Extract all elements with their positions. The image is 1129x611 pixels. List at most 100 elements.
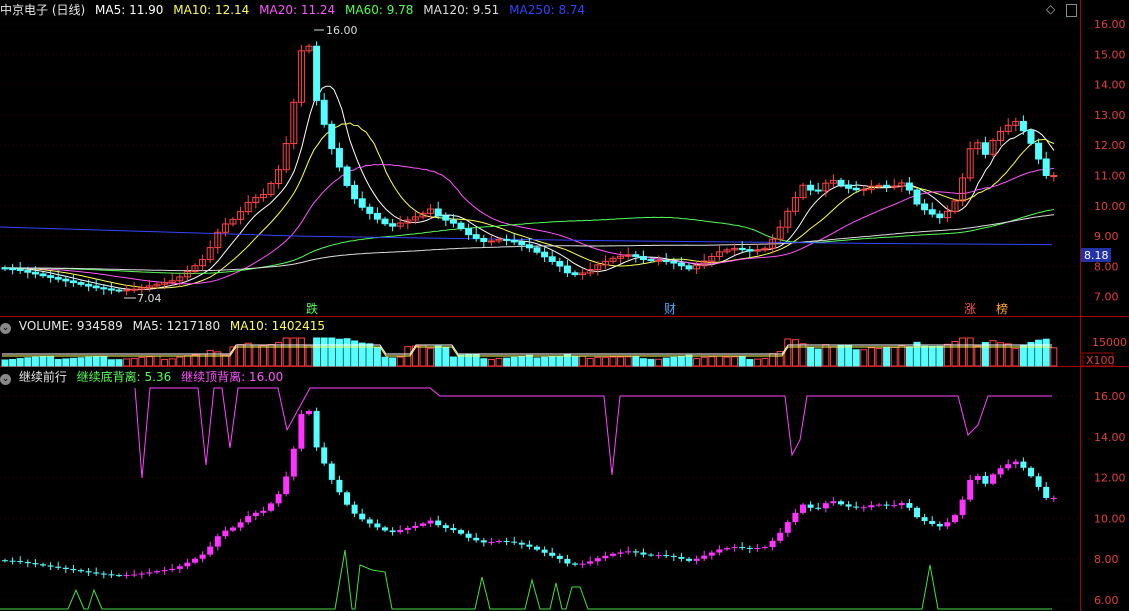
candle-body	[472, 234, 480, 239]
indicator-candle-body	[100, 573, 107, 575]
volume-bar	[791, 339, 799, 367]
volume-bar	[168, 358, 176, 367]
indicator-candle-body	[640, 552, 647, 555]
candle-body	[913, 189, 921, 205]
candle-body	[1042, 158, 1050, 176]
indicator-candle-body	[85, 571, 92, 573]
indicator-candle-body	[245, 516, 252, 523]
indicator-candle-body	[807, 504, 814, 508]
indicator-candle-body	[480, 540, 487, 543]
indicator-axis-tick-label: 14.00	[1094, 431, 1126, 444]
volume-bar	[746, 359, 754, 367]
volume-bar	[503, 357, 511, 367]
volume-bar	[77, 357, 85, 367]
volume-bar	[784, 338, 792, 367]
candle-body	[24, 270, 32, 273]
volume-bar	[601, 356, 609, 367]
indicator-candle-body	[822, 503, 829, 509]
volume-bar	[1027, 341, 1035, 367]
indicator-candle-body	[9, 560, 16, 562]
volume-bar	[959, 337, 967, 367]
indicator-candle-body	[944, 522, 951, 527]
indicator-candle-body	[845, 504, 852, 507]
volume-bar	[1019, 344, 1027, 367]
indicator-candle-body	[222, 530, 229, 537]
volume-bar	[738, 355, 746, 367]
candle-body	[92, 285, 100, 289]
indicator-candle-body	[496, 541, 502, 543]
indicator-candle-body	[587, 561, 594, 564]
indicator-candle-body	[701, 555, 708, 559]
candle-body	[366, 206, 374, 214]
indicator-candle-body	[906, 503, 913, 508]
volume-bar	[275, 341, 283, 367]
candle-body	[837, 179, 845, 186]
volume-bar	[662, 357, 670, 367]
indicator-axis-tick-label: 8.00	[1094, 553, 1119, 566]
indicator-candle-body	[594, 558, 601, 562]
volume-bar	[221, 354, 229, 367]
volume-ma10-line	[2, 346, 1052, 357]
volume-bar	[1035, 339, 1043, 367]
candle-body	[39, 273, 47, 277]
indicator-candle-body	[366, 519, 373, 524]
indicator-candle-body	[192, 558, 198, 563]
indicator-candle-body	[382, 527, 388, 531]
indicator-candle-body	[290, 448, 297, 477]
indicator-candle-body	[891, 505, 898, 507]
indicator-candle-body	[70, 568, 77, 571]
indicator-candle-body	[412, 525, 419, 528]
volume-bar	[890, 346, 898, 367]
price-axis: 16.00 15.00 14.00 13.00 12.00 11.00 10.00 9.00 8…	[1094, 18, 1126, 607]
candle-body	[1027, 130, 1035, 144]
indicator-candle-body	[997, 468, 1004, 475]
indicator-candle-body	[442, 525, 449, 529]
indicator-candle-body	[898, 503, 905, 506]
candle-body	[1050, 175, 1058, 177]
candle-body	[503, 238, 511, 241]
candle-body	[883, 184, 891, 188]
candle-body	[639, 255, 647, 261]
candle-body	[9, 268, 17, 271]
indicator-candle-body	[731, 547, 738, 549]
volume-bar	[9, 359, 17, 367]
volume-bar	[708, 356, 716, 367]
candle-body	[845, 184, 853, 189]
volume-bar	[974, 345, 982, 367]
volume-bar	[898, 345, 906, 367]
indicator-candle-body	[602, 555, 609, 559]
volume-bar	[123, 358, 131, 367]
candle-body	[981, 142, 989, 155]
indicator-candle-body	[374, 523, 381, 528]
axis-tick-label: 9.00	[1094, 230, 1119, 243]
volume-bar	[594, 356, 602, 367]
indicator-candle-body	[283, 476, 290, 495]
volume-bar	[966, 337, 974, 367]
indicator-candle-body	[784, 522, 791, 533]
candle-body	[115, 289, 123, 292]
volume-ma5-line	[2, 344, 1052, 355]
candle-body	[556, 260, 564, 267]
candle-body	[373, 212, 381, 220]
volume-bar	[183, 355, 191, 367]
indicator-candle-body	[655, 555, 662, 557]
indicator-candle-body	[830, 501, 837, 504]
volume-bar	[639, 358, 647, 367]
volume-bar	[130, 357, 138, 367]
candle-body	[571, 272, 579, 276]
volume-bar	[434, 345, 442, 367]
stock-chart-canvas[interactable]: 16.00 15.00 14.00 13.00 12.00 11.00 10.00 9.00 8…	[0, 0, 1129, 611]
volume-bar	[981, 342, 989, 367]
moving-average-lines	[0, 85, 1055, 291]
current-price-label: 8.18	[1084, 249, 1109, 262]
indicator-candle-body	[275, 494, 282, 504]
indicator-axis-tick-label: 16.00	[1094, 390, 1126, 403]
indicator-candle-body	[465, 533, 472, 538]
candle-body	[31, 271, 39, 275]
volume-bar	[753, 358, 761, 367]
volume-bar	[624, 356, 632, 367]
indicator-axis-tick-label: 12.00	[1094, 472, 1126, 485]
indicator-candle-body	[488, 542, 495, 544]
indicator-candle-body	[435, 520, 442, 526]
volume-bar	[571, 356, 579, 367]
